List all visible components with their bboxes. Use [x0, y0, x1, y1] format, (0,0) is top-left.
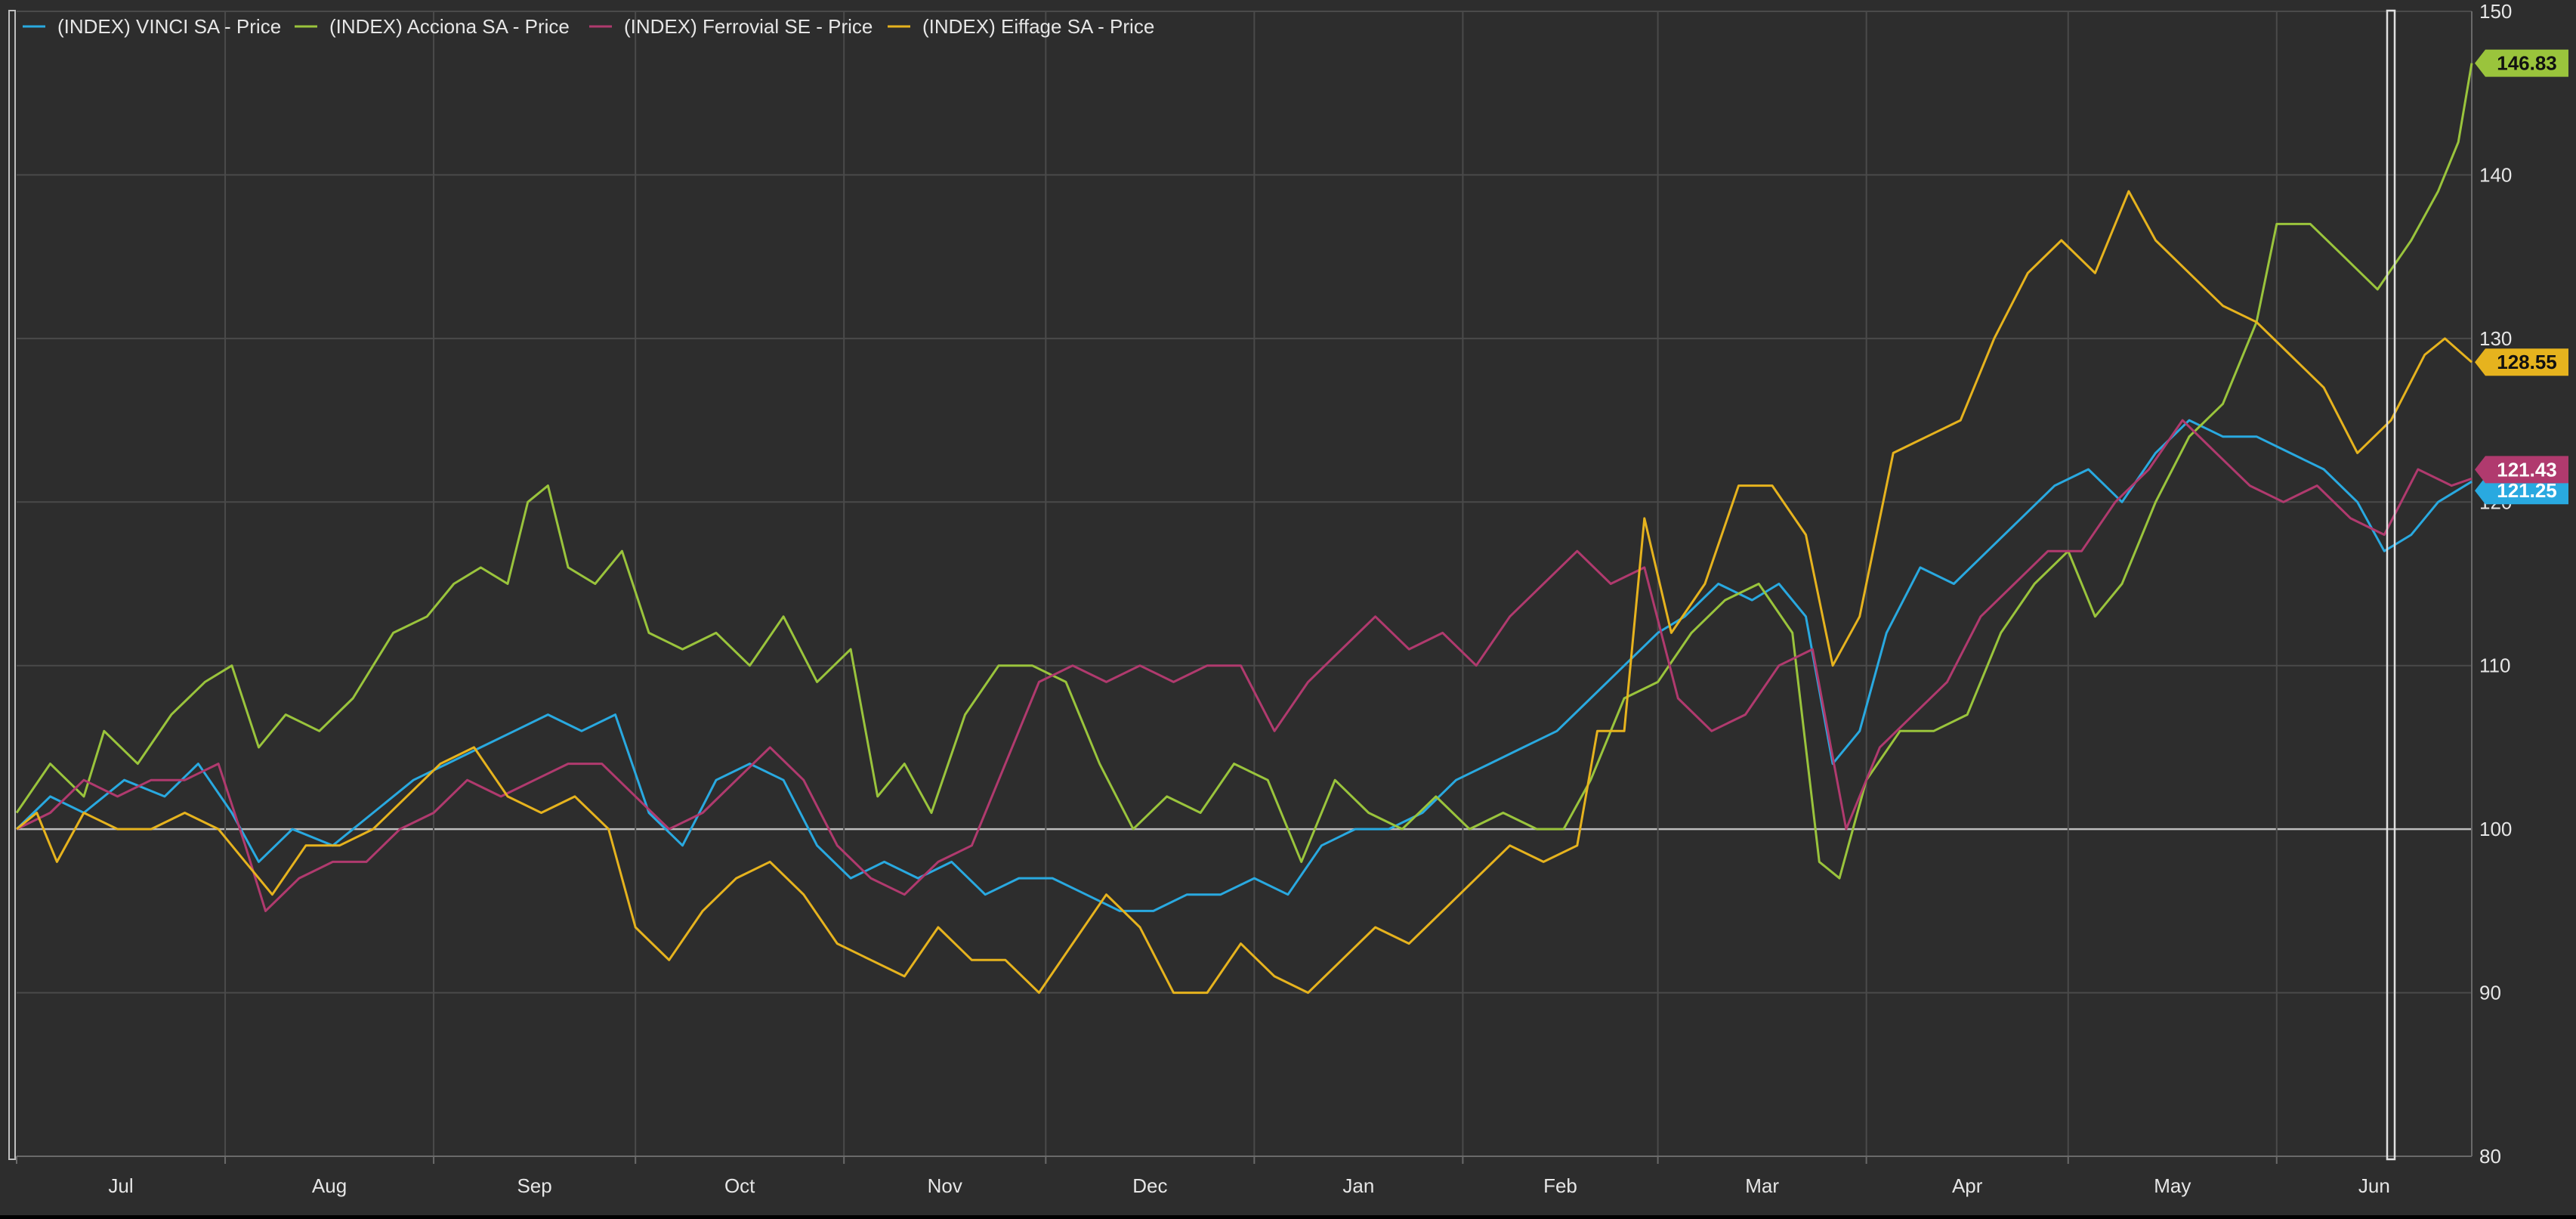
- y-tick-label: 150: [2479, 0, 2512, 23]
- last-value-badge: 146.83: [2475, 49, 2568, 77]
- x-tick-label: Aug: [312, 1174, 347, 1197]
- series-line-1: [15, 63, 2473, 880]
- series-line-3: [16, 190, 2473, 995]
- badge-value: 121.43: [2497, 458, 2557, 481]
- y-tick-label: 110: [2479, 654, 2510, 677]
- axes: 8090100110120130140150JulAugSepOctNovDec…: [16, 0, 2512, 1197]
- y-tick-label: 80: [2479, 1145, 2501, 1168]
- x-tick-label: Sep: [517, 1174, 551, 1197]
- y-tick-label: 100: [2479, 818, 2512, 840]
- badge-value: 146.83: [2497, 52, 2557, 75]
- y-tick-label: 90: [2479, 982, 2501, 1004]
- legend-label: (INDEX) VINCI SA - Price: [57, 15, 281, 38]
- badge-value: 128.55: [2497, 351, 2557, 373]
- chart-frame: [8, 9, 2396, 1161]
- x-tick-label: May: [2154, 1174, 2191, 1197]
- y-tick-label: 130: [2479, 327, 2512, 350]
- x-tick-label: Jul: [108, 1174, 133, 1197]
- x-tick-label: Jun: [2358, 1174, 2390, 1197]
- grid: [17, 11, 2472, 1157]
- x-tick-label: Feb: [1543, 1174, 1577, 1197]
- last-value-badges: 121.25146.83121.43128.55: [2475, 49, 2568, 505]
- legend-label: (INDEX) Acciona SA - Price: [329, 15, 570, 38]
- x-tick-label: Nov: [928, 1174, 962, 1197]
- legend-label: (INDEX) Eiffage SA - Price: [922, 15, 1154, 38]
- chart-panel: 8090100110120130140150JulAugSepOctNovDec…: [0, 0, 2576, 1215]
- last-value-badge: 128.55: [2475, 348, 2568, 376]
- x-tick-label: Apr: [1952, 1174, 1983, 1197]
- x-tick-label: Oct: [724, 1174, 755, 1197]
- series-lines: [15, 63, 2473, 995]
- line-chart: 8090100110120130140150JulAugSepOctNovDec…: [8, 0, 2568, 1197]
- x-tick-label: Jan: [1342, 1174, 1374, 1197]
- left-range-marker: [8, 10, 16, 1160]
- x-tick-label: Dec: [1132, 1174, 1167, 1197]
- x-tick-label: Mar: [1745, 1174, 1779, 1197]
- y-tick-label: 140: [2479, 163, 2512, 186]
- right-range-marker: [2386, 9, 2396, 1161]
- legend-label: (INDEX) Ferrovial SE - Price: [624, 15, 873, 38]
- last-value-badge: 121.43: [2475, 456, 2568, 484]
- legend: (INDEX) VINCI SA - Price (INDEX) Acciona …: [23, 15, 1154, 38]
